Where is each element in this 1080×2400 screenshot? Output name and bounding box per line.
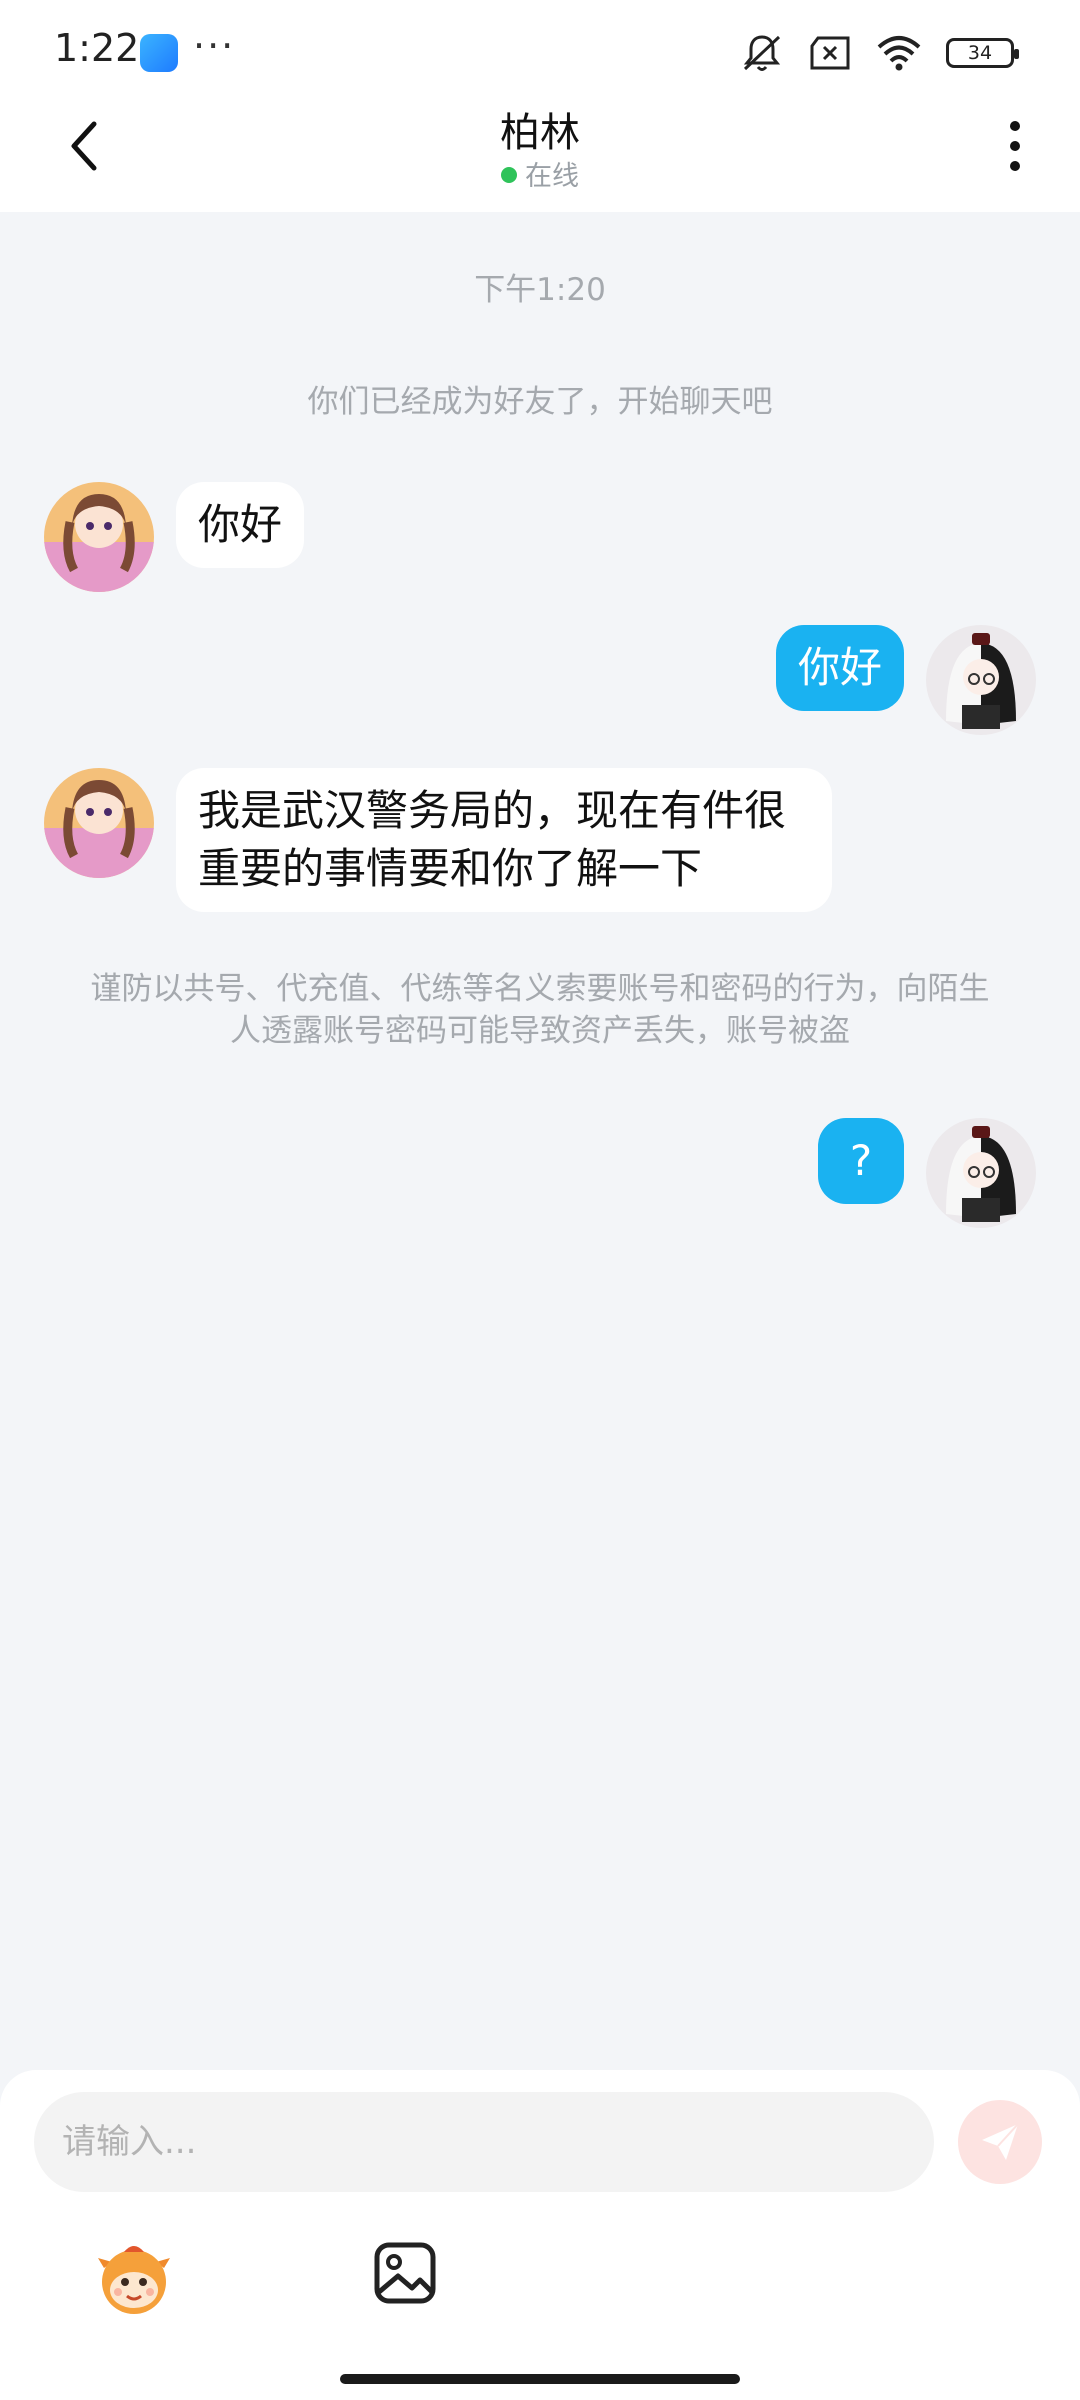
contact-avatar[interactable] bbox=[44, 768, 154, 878]
input-panel bbox=[0, 2070, 1080, 2400]
message-bubble-incoming[interactable]: 你好 bbox=[176, 482, 305, 568]
online-status-label: 在线 bbox=[525, 161, 579, 192]
chat-header: 柏林 在线 bbox=[0, 100, 1080, 212]
chat-area[interactable]: 下午1:20 你们已经成为好友了，开始聊天吧 你好 你好 我是武汉警务局的，现在… bbox=[0, 212, 1080, 2070]
home-indicator[interactable] bbox=[340, 2374, 740, 2384]
friend-notice: 你们已经成为好友了，开始聊天吧 bbox=[307, 384, 773, 420]
emoji-button[interactable] bbox=[94, 2238, 174, 2318]
image-button[interactable] bbox=[372, 2240, 438, 2306]
battery-icon: 34 bbox=[946, 38, 1019, 68]
more-notifications-icon: ··· bbox=[193, 24, 236, 68]
message-bubble-incoming[interactable]: 我是武汉警务局的，现在有件很重要的事情要和你了解一下 bbox=[176, 768, 832, 912]
app-icon bbox=[140, 34, 178, 72]
more-options-button[interactable] bbox=[990, 114, 1040, 178]
user-avatar[interactable] bbox=[926, 1118, 1036, 1228]
message-bubble-outgoing[interactable]: ? bbox=[818, 1118, 904, 1204]
mute-icon bbox=[743, 35, 781, 71]
send-icon bbox=[982, 2123, 1019, 2160]
online-status: 在线 bbox=[0, 154, 1080, 193]
status-bar: 1:22 ··· 34 bbox=[0, 0, 1080, 100]
online-dot-icon bbox=[501, 167, 517, 183]
message-input[interactable] bbox=[34, 2092, 934, 2192]
contact-name: 柏林 bbox=[500, 110, 580, 156]
wifi-icon bbox=[877, 36, 921, 71]
message-bubble-outgoing[interactable]: 你好 bbox=[775, 625, 904, 711]
user-avatar[interactable] bbox=[926, 625, 1036, 735]
contact-avatar[interactable] bbox=[44, 482, 154, 592]
status-time: 1:22 bbox=[54, 26, 140, 70]
status-icons: 34 bbox=[740, 30, 1019, 76]
security-warning: 谨防以共号、代充值、代练等名义索要账号和密码的行为，向陌生人透露账号密码可能导致… bbox=[90, 971, 990, 1049]
sim-off-icon bbox=[810, 36, 850, 70]
message-timestamp: 下午1:20 bbox=[474, 272, 606, 308]
send-button[interactable] bbox=[958, 2100, 1042, 2184]
